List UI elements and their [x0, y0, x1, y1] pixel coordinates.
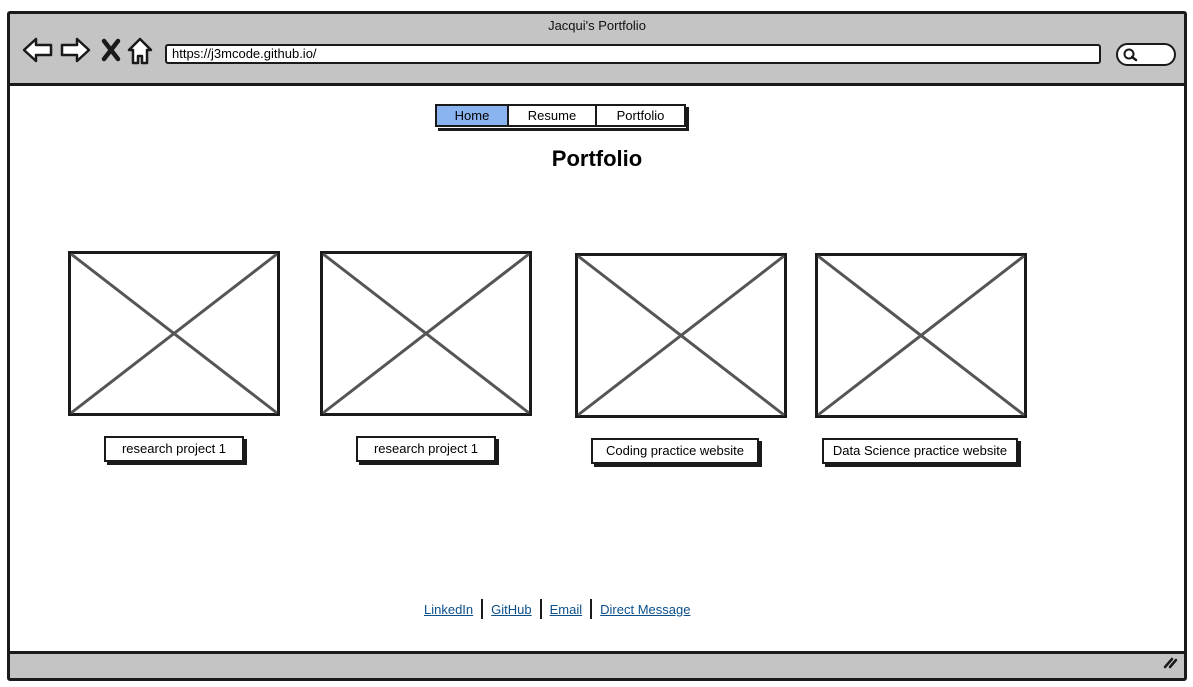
- project-image-placeholder-2: [320, 251, 532, 416]
- nav-tabs: Home Resume Portfolio: [435, 104, 686, 128]
- project-image-placeholder-3: [575, 253, 787, 418]
- link-separator: [539, 599, 542, 619]
- project-button-1[interactable]: research project 1: [104, 436, 244, 462]
- forward-icon[interactable]: [59, 36, 91, 64]
- tab-home[interactable]: Home: [435, 104, 509, 127]
- footer-links: LinkedIn GitHub Email Direct Message: [420, 598, 694, 620]
- resize-grip-icon[interactable]: [1162, 655, 1178, 674]
- linkedin-link[interactable]: LinkedIn: [420, 602, 477, 617]
- email-link[interactable]: Email: [546, 602, 587, 617]
- tab-portfolio[interactable]: Portfolio: [595, 104, 686, 127]
- direct-message-link[interactable]: Direct Message: [596, 602, 694, 617]
- tab-resume[interactable]: Resume: [507, 104, 597, 127]
- window-title: Jacqui's Portfolio: [548, 18, 646, 33]
- link-separator: [590, 599, 593, 619]
- github-link[interactable]: GitHub: [487, 602, 535, 617]
- back-icon[interactable]: [22, 36, 54, 64]
- project-button-4[interactable]: Data Science practice website: [822, 438, 1018, 464]
- project-image-placeholder-4: [815, 253, 1027, 418]
- address-bar[interactable]: https://j3mcode.github.io/: [165, 44, 1101, 64]
- search-field[interactable]: [1116, 43, 1176, 66]
- search-icon: [1123, 48, 1138, 62]
- close-icon[interactable]: [100, 36, 122, 64]
- project-button-2[interactable]: research project 1: [356, 436, 496, 462]
- browser-titlebar: Jacqui's Portfolio https://j3mcode.githu…: [10, 14, 1184, 86]
- project-button-3[interactable]: Coding practice website: [591, 438, 759, 464]
- browser-window: Jacqui's Portfolio https://j3mcode.githu…: [7, 11, 1187, 681]
- page-title: Portfolio: [551, 146, 643, 171]
- project-image-placeholder-1: [68, 251, 280, 416]
- browser-statusbar: [10, 651, 1184, 678]
- link-separator: [481, 599, 484, 619]
- home-icon[interactable]: [126, 36, 154, 65]
